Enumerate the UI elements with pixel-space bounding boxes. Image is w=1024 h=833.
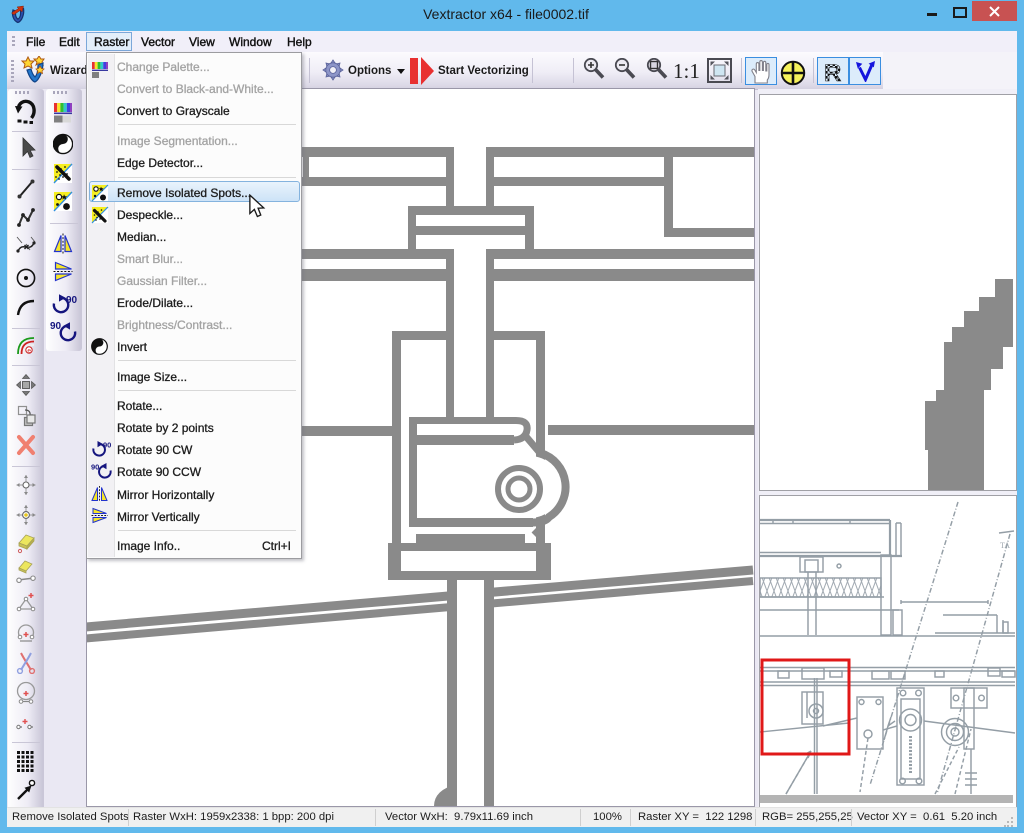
svg-text:e: e: [27, 347, 31, 354]
svg-text:90: 90: [50, 321, 62, 332]
svg-text:TA: TA: [1000, 541, 1010, 550]
svg-text:R: R: [825, 61, 841, 82]
svg-text:90: 90: [91, 463, 99, 472]
